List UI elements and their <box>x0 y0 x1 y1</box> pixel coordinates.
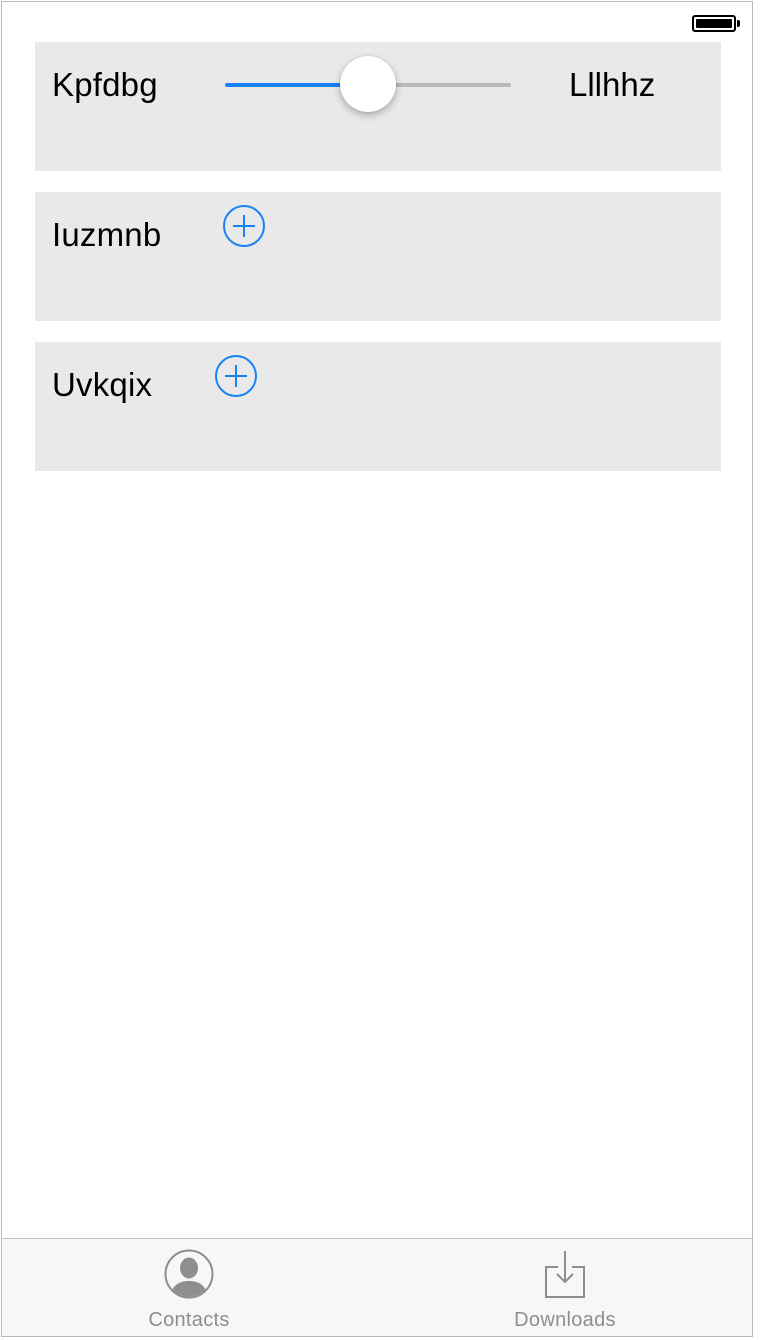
battery-level-fill <box>696 19 732 28</box>
value-slider[interactable] <box>225 56 511 114</box>
add-row-uvkqix: Uvkqix <box>35 342 721 471</box>
add-row-label: Uvkqix <box>52 366 153 403</box>
slider-row-label: Kpfdbg <box>52 66 158 103</box>
download-tray-icon <box>545 1251 585 1298</box>
add-row-iuzmnb: Iuzmnb <box>35 192 721 321</box>
tab-label-contacts: Contacts <box>148 1309 230 1331</box>
plus-circle-icon[interactable] <box>223 205 265 247</box>
slider-row-right-label: Lllhhz <box>569 66 656 103</box>
tab-bar: Contacts Downloads <box>2 1238 752 1336</box>
tab-contacts[interactable]: Contacts <box>89 1239 289 1336</box>
slider-row: Kpfdbg Lllhhz <box>35 42 721 171</box>
plus-circle-icon[interactable] <box>215 355 257 397</box>
slider-thumb[interactable] <box>340 56 396 112</box>
tab-downloads[interactable]: Downloads <box>465 1239 665 1336</box>
tab-label-downloads: Downloads <box>514 1309 616 1331</box>
battery-tip <box>737 20 740 27</box>
battery-icon <box>692 15 736 32</box>
app-window: Kpfdbg Lllhhz Iuzmnb Uvkqix Contacts Dow… <box>1 1 753 1337</box>
add-row-label: Iuzmnb <box>52 216 162 253</box>
contact-person-icon <box>164 1249 214 1299</box>
